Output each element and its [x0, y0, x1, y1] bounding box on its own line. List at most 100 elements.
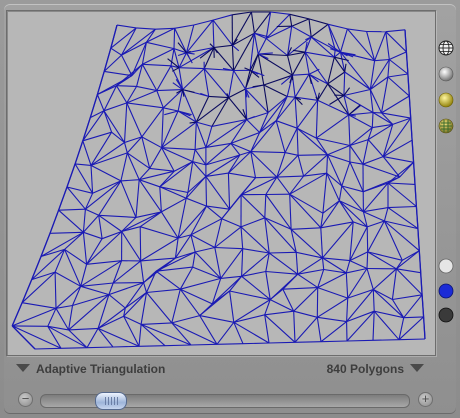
- mesh-edge: [322, 173, 328, 214]
- mesh-edge: [163, 107, 179, 112]
- mesh-edge: [345, 260, 351, 274]
- mesh-edge: [74, 140, 84, 165]
- mesh-edge: [146, 292, 173, 324]
- mesh-edge: [180, 277, 221, 290]
- mesh-edge: [123, 315, 140, 347]
- mesh-edge: [369, 76, 389, 90]
- white-color-swatch[interactable]: [438, 258, 454, 274]
- mesh-edge: [68, 327, 99, 331]
- mesh-edge: [345, 272, 349, 299]
- mesh-edge: [190, 343, 218, 346]
- mesh-edge: [317, 83, 329, 101]
- mesh-edge: [344, 71, 371, 90]
- mesh-edge: [194, 122, 197, 150]
- mesh-edge: [82, 214, 100, 233]
- mesh-edge: [82, 117, 91, 141]
- grip-line: [117, 397, 118, 405]
- mesh-edge: [298, 154, 328, 156]
- mesh-edge: [371, 112, 374, 128]
- grip-line: [105, 397, 106, 405]
- mesh-edge: [159, 186, 187, 199]
- mesh-edge: [289, 193, 322, 229]
- mesh-edge: [232, 44, 240, 52]
- mesh-edge: [90, 165, 94, 194]
- mesh-edge: [339, 28, 348, 53]
- gray-sphere-icon[interactable]: [438, 66, 454, 82]
- mesh-edge: [265, 271, 271, 300]
- mesh-edge: [257, 53, 265, 86]
- mesh-edge: [156, 90, 164, 108]
- mesh-edge: [177, 198, 187, 239]
- mesh-edge: [405, 51, 409, 75]
- yellow-sphere-icon[interactable]: [438, 92, 454, 108]
- mesh-edge: [282, 287, 318, 290]
- black-color-swatch[interactable]: [438, 307, 454, 323]
- mesh-edge: [141, 64, 158, 91]
- mesh-edge: [66, 163, 76, 188]
- mesh-edge: [418, 250, 422, 273]
- mesh-edge: [349, 260, 368, 269]
- mesh-edge: [149, 167, 175, 172]
- mesh-edge: [140, 257, 176, 262]
- mesh-edge: [146, 288, 181, 294]
- mesh-edge: [101, 230, 122, 240]
- mesh-edge: [347, 268, 368, 299]
- mesh-edge: [228, 88, 246, 99]
- mesh-edge: [75, 163, 92, 166]
- mesh-edge: [316, 317, 322, 342]
- mesh-edge: [240, 194, 266, 219]
- mesh-edge: [192, 266, 221, 279]
- mesh-edge: [195, 97, 230, 123]
- mesh-edge: [141, 136, 162, 149]
- mesh-edge: [367, 139, 384, 157]
- mesh-edge: [135, 179, 140, 218]
- mesh-edge: [110, 47, 122, 56]
- decrease-button[interactable]: −: [18, 391, 33, 407]
- mesh-edge: [216, 321, 235, 345]
- polygon-count-dropdown-arrow-icon[interactable]: [410, 364, 424, 372]
- mesh-edge: [21, 279, 33, 303]
- wireframe-viewport[interactable]: [6, 10, 436, 356]
- wireframe-globe-icon[interactable]: [438, 40, 454, 56]
- polygon-density-slider-row: − +: [0, 388, 460, 412]
- mesh-edge: [343, 95, 374, 113]
- mesh-edge: [284, 152, 299, 156]
- increase-button[interactable]: +: [418, 391, 433, 407]
- blue-color-swatch[interactable]: [438, 283, 454, 299]
- mesh-edge: [208, 95, 229, 99]
- mesh-edge: [363, 211, 385, 222]
- mesh-edge: [296, 127, 328, 156]
- mesh-edge: [123, 102, 128, 143]
- mesh-edge: [82, 209, 86, 233]
- grip-line: [114, 397, 115, 405]
- slider-thumb[interactable]: [95, 392, 127, 410]
- mesh-edge: [341, 185, 364, 193]
- mesh-edge: [404, 29, 408, 52]
- mesh-edge: [49, 231, 84, 234]
- mesh-edge: [121, 54, 133, 76]
- mesh-edge: [315, 114, 350, 139]
- mesh-edge: [112, 345, 140, 348]
- mesh-edge: [320, 321, 347, 343]
- mesh-edge: [349, 161, 364, 192]
- mesh-edge: [156, 89, 183, 92]
- mode-dropdown-arrow-icon[interactable]: [16, 364, 30, 372]
- mesh-edge: [146, 41, 175, 50]
- mesh-edge: [253, 32, 255, 35]
- mesh-edge: [60, 347, 88, 349]
- polygon-density-slider-track[interactable]: [40, 392, 410, 410]
- mesh-edge: [317, 316, 347, 323]
- mesh-edge: [126, 102, 164, 109]
- mesh-edge: [293, 310, 318, 318]
- mesh-edge: [320, 340, 348, 343]
- mesh-edge: [182, 89, 195, 93]
- mesh-edge: [348, 114, 351, 146]
- textured-sphere-icon[interactable]: [438, 118, 454, 134]
- mesh-edge: [161, 147, 193, 163]
- triangulation-mode-label[interactable]: Adaptive Triangulation: [36, 362, 165, 376]
- mesh-edge: [155, 27, 175, 30]
- mesh-edge: [327, 144, 351, 156]
- mesh-edge: [317, 297, 348, 318]
- mesh-edge: [295, 252, 299, 275]
- mesh-edge: [322, 200, 340, 214]
